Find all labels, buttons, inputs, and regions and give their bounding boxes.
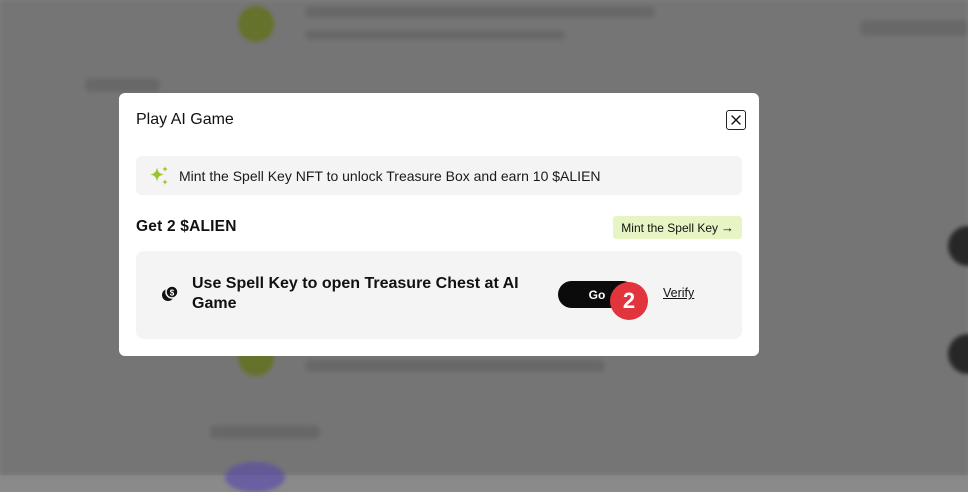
banner-text: Mint the Spell Key NFT to unlock Treasur…: [179, 167, 601, 184]
sparkle-icon: [150, 165, 168, 185]
close-icon: [731, 115, 741, 125]
task-description: Use Spell Key to open Treasure Chest at …: [192, 275, 519, 312]
mint-link-label: Mint the Spell Key: [621, 220, 718, 235]
verify-link[interactable]: Verify: [663, 286, 694, 300]
reward-title: Get 2 $ALIEN: [136, 218, 237, 235]
close-button[interactable]: [726, 110, 746, 130]
play-ai-game-modal: Play AI Game Mint the Spell Key NFT to u…: [119, 93, 759, 356]
step-number-badge: 2: [610, 282, 648, 320]
go-button-label: Go: [588, 287, 606, 302]
svg-text:$: $: [170, 289, 175, 298]
info-banner: Mint the Spell Key NFT to unlock Treasur…: [136, 156, 742, 195]
coins-icon: $: [162, 285, 179, 301]
task-card: $ Use Spell Key to open Treasure Chest a…: [136, 251, 742, 339]
arrow-right-icon: →: [721, 220, 734, 235]
modal-title: Play AI Game: [136, 111, 234, 128]
mint-spell-key-link[interactable]: Mint the Spell Key →: [613, 216, 742, 239]
